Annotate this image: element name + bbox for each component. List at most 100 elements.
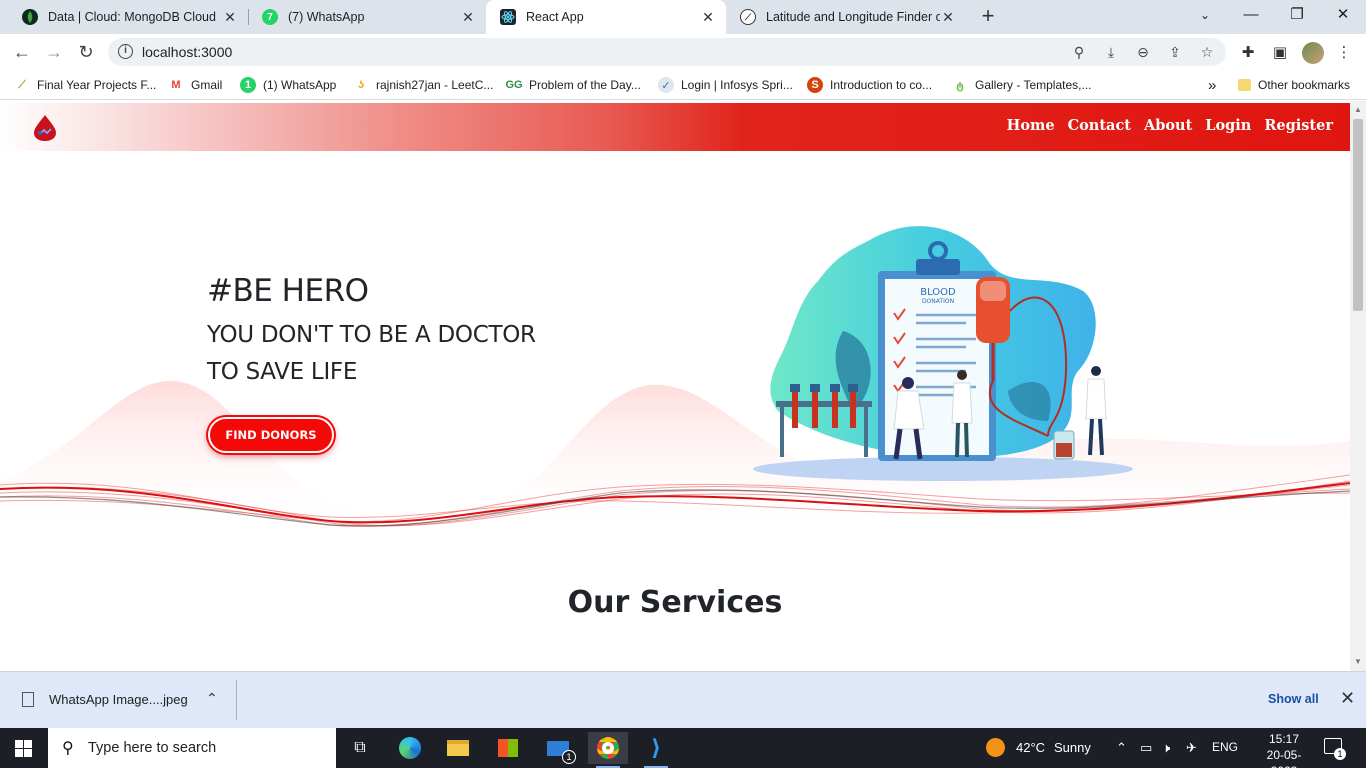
blood-drop-logo-icon[interactable] (32, 114, 58, 142)
tab-title: Data | Cloud: MongoDB Cloud (48, 10, 216, 24)
bookmark-item[interactable]: ⟋ Final Year Projects F... (14, 76, 156, 94)
compass-icon: ⟋ (740, 9, 756, 25)
react-icon (500, 9, 516, 25)
tab-close-icon[interactable]: ✕ (700, 9, 716, 26)
tab-title: (7) WhatsApp (288, 10, 365, 24)
weather-temp[interactable]: 42°C (1016, 740, 1045, 755)
bookmark-item[interactable]: ʖ rajnish27jan - LeetC... (353, 76, 493, 94)
bookmark-label: Gmail (191, 78, 223, 92)
tray-chevron-icon[interactable]: ⌃ (1116, 740, 1127, 756)
search-icon: ⚲ (62, 740, 74, 757)
nav-contact-link[interactable]: Contact (1068, 117, 1131, 134)
nav-home-link[interactable]: Home (1007, 117, 1055, 134)
scroll-down-arrow-icon[interactable]: ▼ (1354, 657, 1362, 666)
file-explorer-icon[interactable] (438, 732, 478, 764)
clock-date: 20-05-2023 (1266, 748, 1302, 778)
close-download-bar-icon[interactable]: ✕ (1340, 688, 1355, 709)
bookmark-item[interactable]: M Gmail (168, 76, 222, 94)
chevron-up-icon[interactable]: ⌃ (206, 690, 218, 707)
divider (236, 680, 237, 720)
site-info-icon[interactable]: i (118, 44, 133, 59)
clipboard-title-2: DONATION (922, 298, 954, 305)
tab-whatsapp[interactable]: 7 (7) WhatsApp ✕ (248, 0, 486, 34)
bookmark-item[interactable]: 1 (1) WhatsApp (240, 76, 336, 94)
reload-icon[interactable]: ↻ (74, 40, 98, 64)
volume-icon[interactable]: 🕨 (1162, 740, 1170, 756)
tab-close-icon[interactable]: ✕ (222, 9, 238, 26)
microsoft-store-icon[interactable] (488, 732, 528, 764)
bookmark-label: rajnish27jan - LeetC... (376, 78, 494, 92)
extensions-puzzle-icon[interactable]: ✚ (1238, 43, 1258, 63)
bookmark-item[interactable]: S Introduction to co... (807, 76, 932, 94)
bookmark-item[interactable]: GG Problem of the Day... (505, 76, 640, 94)
hero-subheadline: YOU DON'T TO BE A DOCTOR TO SAVE LIFE (207, 317, 536, 391)
tab-mongodb[interactable]: Data | Cloud: MongoDB Cloud ✕ (8, 0, 248, 34)
vscode-icon[interactable]: ⟩ (636, 732, 676, 768)
nav-login-link[interactable]: Login (1205, 117, 1251, 134)
scroll-up-arrow-icon[interactable]: ▲ (1354, 105, 1362, 114)
restore-button[interactable]: ❐ (1274, 0, 1320, 34)
whatsapp-icon: 1 (240, 77, 256, 93)
bookmark-label: Final Year Projects F... (37, 78, 157, 92)
mongodb-leaf-icon (22, 9, 38, 25)
windows-start-icon[interactable] (15, 740, 32, 757)
bookmark-label: Introduction to co... (830, 78, 933, 92)
bookmark-item[interactable]: ტ Gallery - Templates,... (952, 76, 1091, 94)
bookmark-label: Gallery - Templates,... (975, 78, 1092, 92)
show-all-button[interactable]: Show all (1268, 692, 1319, 706)
bookmark-star-icon[interactable]: ☆ (1198, 43, 1216, 61)
download-bar: WhatsApp Image....jpeg ⌃ Show all ✕ (0, 671, 1366, 728)
tab-close-icon[interactable]: ✕ (940, 9, 956, 26)
new-tab-button[interactable]: + (976, 5, 1000, 29)
bookmark-label: (1) WhatsApp (263, 78, 337, 92)
whatsapp-icon: 7 (262, 9, 278, 25)
network-icon[interactable]: ✈ (1186, 740, 1197, 756)
download-item[interactable]: WhatsApp Image....jpeg (22, 692, 188, 707)
template-leaf-icon: ტ (956, 79, 964, 92)
clock-time: 15:17 (1268, 732, 1300, 746)
location-pin-icon[interactable]: ⚲ (1070, 43, 1088, 61)
zoom-icon[interactable]: ⊖ (1134, 43, 1152, 61)
tab-react-app[interactable]: React App ✕ (486, 0, 726, 34)
back-arrow-icon[interactable]: ← (10, 40, 34, 64)
tab-title: React App (526, 10, 584, 24)
language-indicator[interactable]: ENG (1212, 740, 1238, 754)
windows-taskbar: ⚲ Type here to search ⧉ 1 ⟩ 42°C Sunny ⌃… (0, 728, 1366, 778)
install-app-icon[interactable]: ⤓ (1102, 43, 1120, 61)
hero-line-1: YOU DON'T TO BE A DOCTOR (207, 322, 536, 348)
hero-line-2: TO SAVE LIFE (207, 359, 358, 385)
profile-avatar[interactable] (1302, 42, 1324, 64)
nav-about-link[interactable]: About (1144, 117, 1192, 134)
tab-close-icon[interactable]: ✕ (460, 9, 476, 26)
menu-kebab-icon[interactable]: ⋮ (1334, 43, 1354, 63)
mail-icon[interactable]: 1 (538, 732, 578, 764)
scrollbar-thumb[interactable] (1353, 119, 1363, 311)
bookmark-item[interactable]: ✓ Login | Infosys Spri... (658, 76, 793, 94)
leaf-icon: ⟋ (18, 78, 26, 91)
edge-browser-icon[interactable] (390, 732, 430, 764)
task-view-icon[interactable]: ⧉ (340, 732, 380, 764)
bookmark-label: Login | Infosys Spri... (681, 78, 793, 92)
tab-latlong-finder[interactable]: ⟋ Latitude and Longitude Finder on ✕ (726, 0, 966, 34)
chrome-taskbar-icon[interactable] (588, 732, 628, 768)
bookmarks-bar: ⟋ Final Year Projects F... M Gmail 1 (1) Wh… (0, 70, 1366, 100)
url-text: localhost:3000 (142, 44, 233, 60)
nav-register-link[interactable]: Register (1264, 117, 1333, 134)
bookmarks-overflow-icon[interactable]: » (1208, 76, 1216, 94)
taskbar-search[interactable]: ⚲ Type here to search (48, 728, 336, 768)
close-window-button[interactable]: ✕ (1320, 0, 1366, 34)
battery-icon[interactable]: ▭ (1140, 740, 1152, 756)
weather-desc[interactable]: Sunny (1054, 740, 1091, 755)
blood-donation-illustration: BLOOD DONATION (753, 226, 1133, 481)
clock[interactable]: 15:17 20-05-2023 (1262, 731, 1306, 779)
page-scrollbar[interactable]: ▲ ▼ (1350, 101, 1366, 671)
side-panel-icon[interactable]: ▣ (1270, 43, 1290, 63)
leetcode-icon: ʖ (357, 79, 365, 91)
share-icon[interactable]: ⇪ (1166, 43, 1184, 61)
address-bar[interactable]: i localhost:3000 ⚲ ⤓ ⊖ ⇪ ☆ (108, 38, 1226, 66)
forward-arrow-icon[interactable]: → (42, 40, 66, 64)
minimize-button[interactable]: — (1228, 0, 1274, 34)
tab-search-chevron-icon[interactable]: ⌄ (1182, 0, 1228, 34)
other-bookmarks[interactable]: Other bookmarks (1238, 76, 1350, 94)
find-donors-button[interactable]: FIND DONORS (208, 417, 334, 453)
